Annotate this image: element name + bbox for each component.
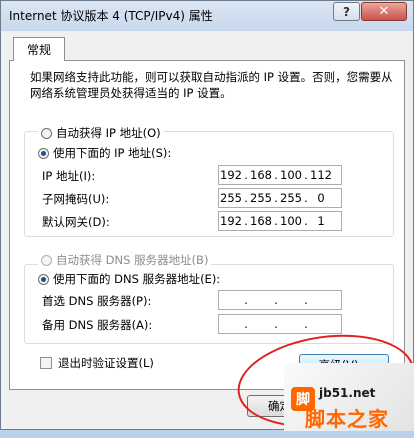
preferred-dns-label: 首选 DNS 服务器(P): <box>42 294 152 308</box>
radio-auto-ip-circle[interactable] <box>41 127 52 139</box>
alternate-dns-label: 备用 DNS 服务器(A): <box>42 318 153 332</box>
octet: 112 <box>310 168 332 182</box>
tab-general-label: 常规 <box>26 43 51 57</box>
close-icon: ✕ <box>378 4 390 19</box>
window-title: Internet 协议版本 4 (TCP/IPv4) 属性 <box>9 9 213 23</box>
octet: 255 <box>220 191 242 205</box>
octet: 168 <box>250 168 272 182</box>
watermark-site: jb51.net <box>319 386 376 400</box>
octet: 100 <box>280 168 302 182</box>
octet: 1 <box>317 214 325 228</box>
radio-manual-dns-label: 使用下面的 DNS 服务器地址(E): <box>53 272 221 286</box>
octet: 192 <box>220 168 242 182</box>
subnet-mask-field[interactable]: 255. 255. 255. 0 <box>218 188 342 208</box>
ip-address-field[interactable]: 192. 168. 100. 112 <box>218 165 342 185</box>
radio-auto-dns-label: 自动获得 DNS 服务器地址(B) <box>56 253 209 267</box>
octet: 192 <box>220 214 242 228</box>
validate-settings-label: 退出时验证设置(L) <box>58 356 154 370</box>
gateway-label: 默认网关(D): <box>42 215 110 229</box>
preferred-dns-field[interactable]: . . . <box>218 290 342 310</box>
watermark-name: 脚本之家 <box>305 407 389 431</box>
description-text: 如果网络支持此功能，则可以获取自动指派的 IP 设置。否则，您需要从网络系统管理… <box>30 70 393 100</box>
ip-address-label: IP 地址(I): <box>42 169 96 183</box>
validate-settings-checkbox[interactable]: 退出时验证设置(L) <box>40 355 154 371</box>
octet: 100 <box>280 214 302 228</box>
help-button[interactable]: ? <box>333 2 360 21</box>
tab-general[interactable]: 常规 <box>13 37 65 61</box>
radio-auto-dns[interactable]: 自动获得 DNS 服务器地址(B) <box>38 252 212 268</box>
gateway-field[interactable]: 192. 168. 100. 1 <box>218 211 342 231</box>
radio-manual-dns-circle[interactable] <box>38 273 49 285</box>
radio-manual-ip-label: 使用下面的 IP 地址(S): <box>53 146 172 160</box>
close-button[interactable]: ✕ <box>361 2 407 21</box>
octet: 255 <box>250 191 272 205</box>
subnet-mask-label: 子网掩码(U): <box>42 192 110 206</box>
radio-manual-ip[interactable]: 使用下面的 IP 地址(S): <box>38 145 171 161</box>
radio-manual-ip-circle[interactable] <box>38 147 49 159</box>
octet: 0 <box>317 191 325 205</box>
radio-auto-ip[interactable]: 自动获得 IP 地址(O) <box>38 125 164 141</box>
octet: 255 <box>280 191 302 205</box>
radio-auto-dns-circle[interactable] <box>41 254 52 266</box>
radio-auto-ip-label: 自动获得 IP 地址(O) <box>56 126 161 140</box>
help-icon: ? <box>343 4 350 19</box>
tcpip-properties-dialog: Internet 协议版本 4 (TCP/IPv4) 属性 ? ✕ 常规 如果网… <box>0 0 414 438</box>
radio-manual-dns[interactable]: 使用下面的 DNS 服务器地址(E): <box>38 271 220 287</box>
validate-settings-box[interactable] <box>40 357 52 369</box>
title-bar: Internet 协议版本 4 (TCP/IPv4) 属性 ? ✕ <box>1 1 413 31</box>
octet: 168 <box>250 214 272 228</box>
alternate-dns-field[interactable]: . . . <box>218 314 342 334</box>
